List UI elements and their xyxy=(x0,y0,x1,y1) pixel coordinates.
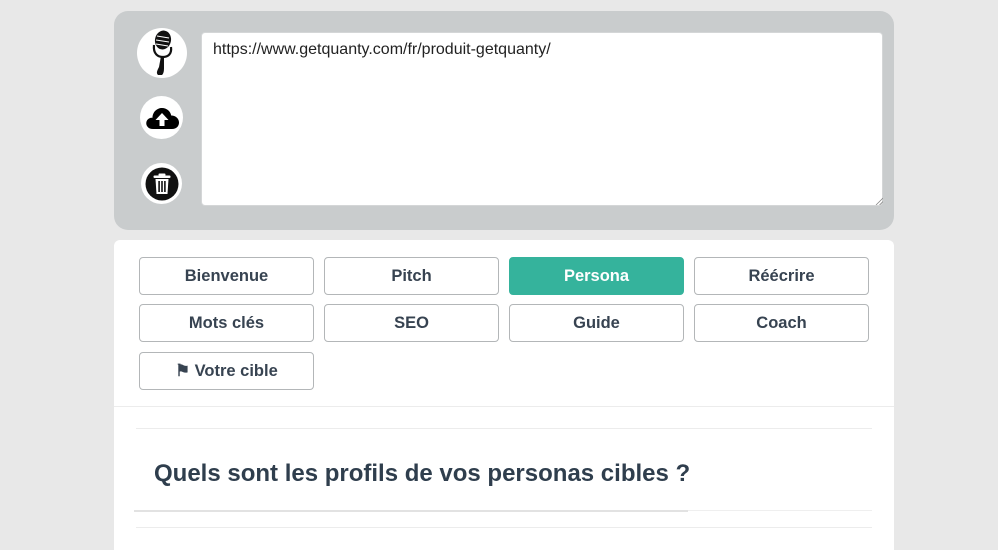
tab-coach[interactable]: Coach xyxy=(694,304,869,342)
main-card: Bienvenue Pitch Persona Réécrire Mots cl… xyxy=(114,240,894,550)
divider xyxy=(114,406,894,407)
cloud-upload-icon xyxy=(145,107,179,129)
question-underline xyxy=(134,510,688,512)
tab-persona[interactable]: Persona xyxy=(509,257,684,295)
clear-button[interactable] xyxy=(141,163,182,204)
tab-mots-cles[interactable]: Mots clés xyxy=(139,304,314,342)
tab-votre-cible[interactable]: ⚑ Votre cible xyxy=(139,352,314,390)
microphone-icon xyxy=(152,30,173,75)
tab-seo[interactable]: SEO xyxy=(324,304,499,342)
microphone-button[interactable] xyxy=(137,28,187,78)
tab-bienvenue[interactable]: Bienvenue xyxy=(139,257,314,295)
trash-icon xyxy=(145,167,178,200)
tab-pitch[interactable]: Pitch xyxy=(324,257,499,295)
input-panel: https://www.getquanty.com/fr/produit-get… xyxy=(114,11,894,230)
divider xyxy=(136,428,872,429)
url-textarea[interactable]: https://www.getquanty.com/fr/produit-get… xyxy=(201,32,883,206)
resize-grip-icon[interactable] xyxy=(875,197,883,205)
upload-button[interactable] xyxy=(140,96,183,139)
tab-reecrire[interactable]: Réécrire xyxy=(694,257,869,295)
section-question: Quels sont les profils de vos personas c… xyxy=(154,460,691,487)
divider xyxy=(136,527,872,528)
question-underline-rest xyxy=(688,510,872,511)
tab-guide[interactable]: Guide xyxy=(509,304,684,342)
